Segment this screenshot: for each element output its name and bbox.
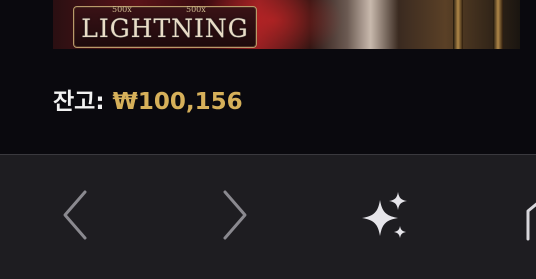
forward-button[interactable] <box>205 185 265 245</box>
sparkles-icon <box>362 192 407 238</box>
balance-display: 잔고: ₩100,156 <box>53 86 243 118</box>
browser-viewport: 500x 500x LIGHTNING 잔고: ₩100,156 <box>0 0 536 279</box>
balance-amount: ₩100,156 <box>112 89 243 115</box>
banner-pillar <box>453 0 463 49</box>
ai-assistant-button[interactable] <box>355 185 415 245</box>
game-logo: 500x 500x LIGHTNING <box>73 5 257 48</box>
logo-text: LIGHTNING <box>81 14 249 43</box>
banner-pillar <box>493 0 503 49</box>
game-banner[interactable]: 500x 500x LIGHTNING <box>53 0 520 49</box>
logo-badge: 500x <box>112 5 132 14</box>
balance-label: 잔고: <box>53 89 105 115</box>
chevron-left-icon <box>63 190 87 240</box>
browser-toolbar <box>0 154 536 279</box>
home-button[interactable] <box>506 185 536 245</box>
back-button[interactable] <box>45 185 105 245</box>
page-content: 500x 500x LIGHTNING 잔고: ₩100,156 <box>0 0 536 154</box>
logo-badge: 500x <box>186 5 206 14</box>
chevron-right-icon <box>223 190 247 240</box>
home-icon <box>526 202 536 241</box>
